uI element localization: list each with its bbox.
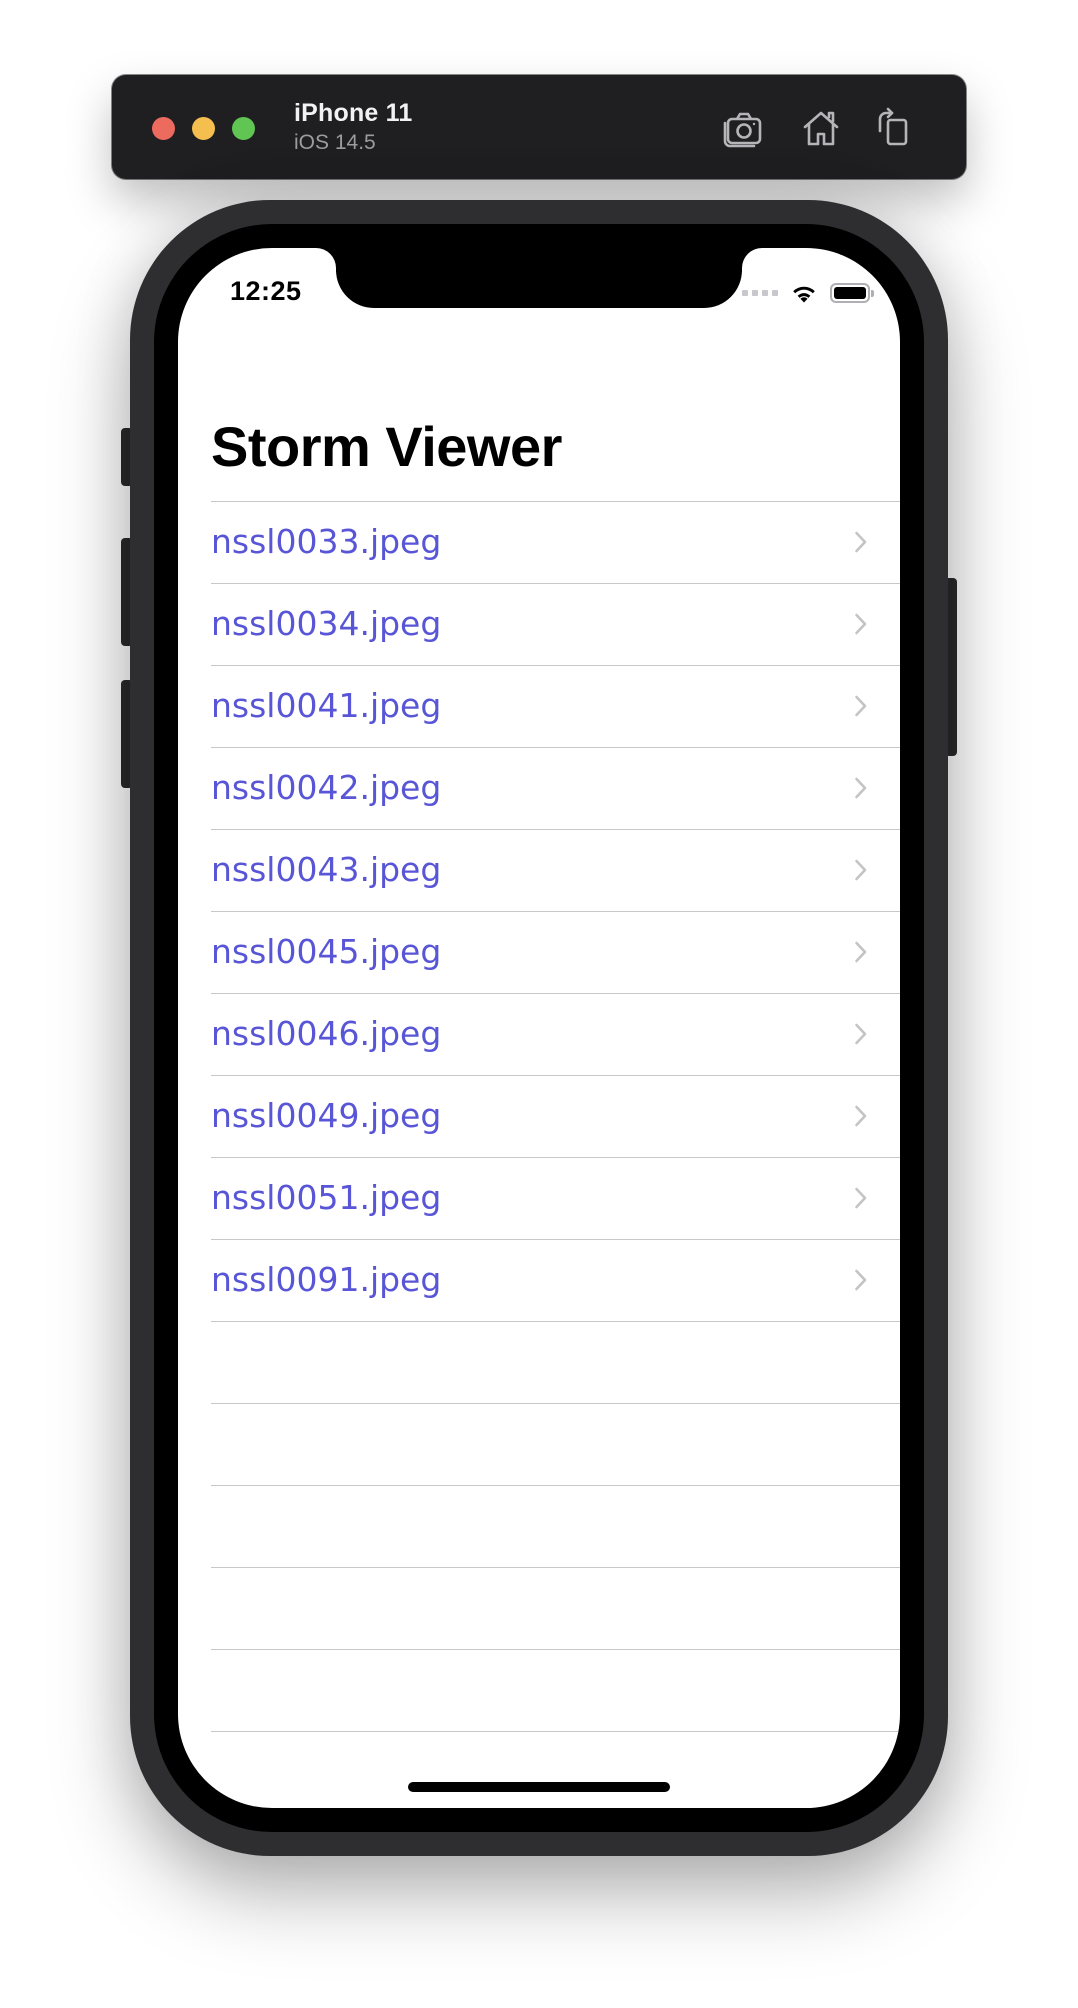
row-label: nssl0051.jpeg	[211, 1178, 442, 1217]
chevron-right-icon	[854, 694, 868, 718]
device-name: iPhone 11	[294, 99, 413, 127]
table-row[interactable]: nssl0049.jpeg	[211, 1076, 900, 1158]
cellular-signal-icon	[742, 290, 778, 296]
table-row[interactable]: nssl0045.jpeg	[211, 912, 900, 994]
wifi-icon	[790, 282, 818, 304]
empty-table-row	[211, 1568, 900, 1650]
chevron-right-icon	[854, 1268, 868, 1292]
minimize-window-button[interactable]	[192, 117, 215, 140]
chevron-right-icon	[854, 612, 868, 636]
table-row[interactable]: nssl0091.jpeg	[211, 1240, 900, 1322]
chevron-right-icon	[854, 1022, 868, 1046]
row-label: nssl0091.jpeg	[211, 1260, 442, 1299]
row-label: nssl0043.jpeg	[211, 850, 442, 889]
chevron-right-icon	[854, 858, 868, 882]
page-title: Storm Viewer	[211, 415, 562, 478]
table-row[interactable]: nssl0042.jpeg	[211, 748, 900, 830]
table-row[interactable]: nssl0041.jpeg	[211, 666, 900, 748]
table-row[interactable]: nssl0043.jpeg	[211, 830, 900, 912]
battery-icon	[830, 283, 874, 303]
table-row[interactable]: nssl0033.jpeg	[211, 502, 900, 584]
status-time: 12:25	[230, 276, 302, 306]
chevron-right-icon	[854, 1186, 868, 1210]
row-label: nssl0033.jpeg	[211, 522, 442, 561]
chevron-right-icon	[854, 530, 868, 554]
screenshot-icon[interactable]	[720, 105, 766, 151]
phone-frame: 12:25 Storm Viewer nssl0033.jpeg nssl003…	[130, 200, 948, 1856]
simulator-stage: iPhone 11 iOS 14.5 12:25 Storm Viewer ns…	[0, 0, 1078, 2008]
empty-table-row	[211, 1404, 900, 1486]
status-icons	[742, 278, 874, 308]
row-label: nssl0041.jpeg	[211, 686, 442, 725]
row-label: nssl0042.jpeg	[211, 768, 442, 807]
image-table: nssl0033.jpeg nssl0034.jpeg nssl0041.jpe…	[211, 501, 900, 1732]
table-row[interactable]: nssl0034.jpeg	[211, 584, 900, 666]
simulator-toolbar: iPhone 11 iOS 14.5	[112, 75, 966, 179]
row-label: nssl0046.jpeg	[211, 1014, 442, 1053]
os-version: iOS 14.5	[294, 131, 376, 154]
chevron-right-icon	[854, 1104, 868, 1128]
empty-table-row	[211, 1322, 900, 1404]
home-icon[interactable]	[798, 105, 844, 151]
table-row[interactable]: nssl0046.jpeg	[211, 994, 900, 1076]
close-window-button[interactable]	[152, 117, 175, 140]
chevron-right-icon	[854, 940, 868, 964]
zoom-window-button[interactable]	[232, 117, 255, 140]
rotate-icon[interactable]	[870, 105, 916, 151]
row-label: nssl0034.jpeg	[211, 604, 442, 643]
home-indicator[interactable]	[408, 1782, 670, 1792]
empty-table-row	[211, 1486, 900, 1568]
phone-screen: 12:25 Storm Viewer nssl0033.jpeg nssl003…	[178, 248, 900, 1808]
empty-table-row	[211, 1650, 900, 1732]
notch	[336, 248, 742, 308]
row-label: nssl0045.jpeg	[211, 932, 442, 971]
chevron-right-icon	[854, 776, 868, 800]
row-label: nssl0049.jpeg	[211, 1096, 442, 1135]
table-row[interactable]: nssl0051.jpeg	[211, 1158, 900, 1240]
